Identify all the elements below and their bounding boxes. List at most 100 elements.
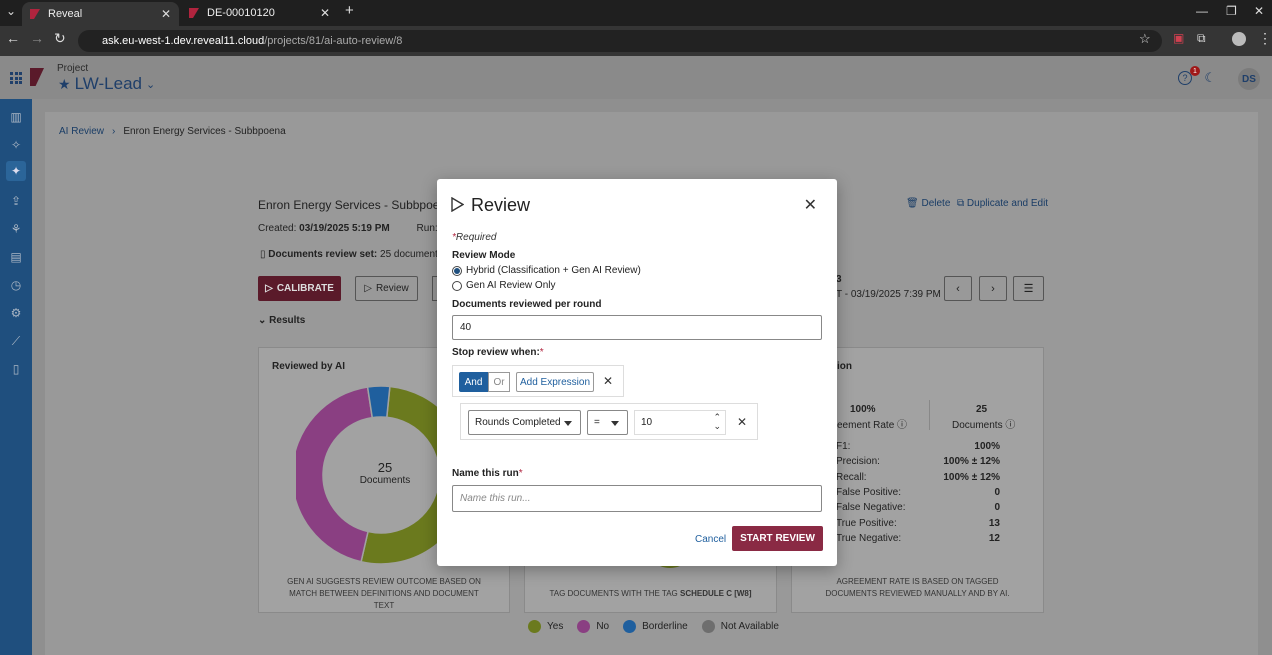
help-icon[interactable]: ⓘ	[1005, 420, 1015, 431]
legend-item[interactable]: Not Available	[701, 620, 779, 633]
close-tab-icon[interactable]: ✕	[320, 6, 330, 20]
condition-value-input[interactable]: 10 ⌃ ⌄	[634, 410, 726, 435]
mode-option-hybrid[interactable]: Hybrid (Classification + Gen AI Review)	[452, 265, 641, 276]
stop-label-text: Stop review when:	[452, 347, 540, 358]
name-run-input[interactable]: Name this run...	[452, 485, 822, 512]
donut-slice-borderline[interactable]	[366, 385, 391, 419]
dark-mode-icon[interactable]: ☾	[1204, 70, 1216, 86]
legend-item[interactable]: Yes	[528, 620, 563, 633]
mode-option-genai[interactable]: Gen AI Review Only	[452, 280, 555, 291]
browser-tab-de[interactable]: DE-00010120 ✕	[181, 2, 338, 24]
radio-label: Gen AI Review Only	[466, 280, 556, 291]
tab-list-icon[interactable]: ⌄	[6, 4, 16, 18]
sidebar-item-ai-review[interactable]: ✦	[6, 161, 26, 181]
help-icon[interactable]: ⓘ	[897, 420, 907, 431]
previous-run-button[interactable]: ‹	[944, 276, 972, 301]
legend-swatch	[528, 620, 541, 633]
restore-icon[interactable]: ❐	[1226, 4, 1237, 18]
modal-title: Review	[471, 195, 531, 215]
start-review-button[interactable]: START REVIEW	[732, 526, 823, 551]
reveal-favicon-icon	[30, 9, 40, 19]
docs-label-text: Documents	[952, 420, 1003, 431]
project-selector[interactable]: ★ LW-Lead ⌄	[58, 74, 155, 94]
review-mode-label: Review Mode	[452, 250, 516, 261]
breadcrumb: AI Review › Enron Energy Services - Subbpo…	[59, 126, 286, 137]
sidebar-item-analytics[interactable]: ⟋	[6, 331, 26, 351]
line-chart-icon: ⟋	[11, 333, 21, 348]
close-window-icon[interactable]: ✕	[1254, 4, 1264, 18]
browser-toolbar: ← → ↻ ask.eu-west-1.dev.reveal11.cloud/p…	[0, 26, 1272, 56]
sidebar-item-upload[interactable]: ⇪	[6, 191, 26, 211]
metric-label: True Negative:	[836, 532, 902, 544]
left-sidebar: ▥ ✧ ✦ ⇪ ⚘ ▤ ◷ ⚙ ⟋ ▯	[0, 99, 32, 655]
condition-field-select[interactable]: Rounds Completed	[468, 410, 581, 435]
required-note: *Required	[452, 232, 497, 243]
chevron-down-icon: ⌄	[145, 78, 156, 91]
metric-label: False Positive:	[836, 486, 902, 498]
copy-icon: ⧉	[957, 198, 965, 209]
sidebar-item-settings[interactable]: ⚙	[6, 303, 26, 323]
apps-grid-icon[interactable]	[10, 72, 22, 84]
card-title: ion	[837, 361, 852, 372]
metric-value: 13	[988, 517, 1000, 529]
duplicate-action[interactable]: ⧉ Duplicate and Edit	[957, 198, 1048, 209]
legend-item[interactable]: No	[577, 620, 609, 633]
review-button[interactable]: ▷ Review	[355, 276, 418, 301]
remove-group-icon[interactable]: ✕	[603, 374, 613, 388]
remove-condition-icon[interactable]: ✕	[737, 415, 747, 429]
run-date: T - 03/19/2025 7:39 PM	[836, 289, 941, 300]
metric-label: True Positive:	[836, 517, 897, 529]
extension-icon[interactable]: ▣	[1173, 31, 1184, 45]
metric-value: 0	[994, 486, 1000, 498]
results-toggle[interactable]: ⌄ Results	[258, 315, 305, 326]
sidebar-item-models[interactable]: ⚘	[6, 219, 26, 239]
next-run-button[interactable]: ›	[979, 276, 1007, 301]
radio-button[interactable]	[452, 265, 462, 276]
profile-avatar-icon[interactable]	[1232, 32, 1246, 46]
or-toggle[interactable]: Or	[488, 372, 510, 392]
stepper-icon[interactable]: ⌃ ⌄	[713, 413, 721, 431]
sidebar-item-history[interactable]: ◷	[6, 275, 26, 295]
docs-per-round-input[interactable]: 40	[452, 315, 822, 340]
radio-button[interactable]	[452, 280, 462, 291]
back-icon[interactable]: ←	[6, 30, 20, 46]
close-tab-icon[interactable]: ✕	[161, 7, 171, 21]
legend-swatch	[623, 620, 637, 633]
calibrate-button[interactable]: ▷ CALIBRATE	[258, 276, 341, 301]
avatar[interactable]: DS	[1238, 68, 1260, 90]
run-list-button[interactable]: ☰	[1013, 276, 1044, 301]
name-label-text: Name this run	[452, 468, 519, 479]
and-toggle[interactable]: And	[459, 372, 488, 392]
extensions-puzzle-icon[interactable]: ⧉	[1197, 31, 1206, 46]
divider	[929, 400, 930, 430]
chevron-right-icon: ›	[991, 282, 995, 295]
reload-icon[interactable]: ↻	[54, 30, 66, 47]
condition-operator-select[interactable]: =	[587, 410, 628, 435]
add-expression-button[interactable]: Add Expression	[516, 372, 594, 392]
docs-label: Documents ⓘ	[952, 416, 1015, 431]
chevron-down-icon: ⌄	[258, 315, 267, 326]
review-modal: Review ✕ *Required Review Mode Hybrid (C…	[437, 179, 837, 566]
delete-action[interactable]: 🗑 Delete	[906, 198, 950, 209]
caret-down-icon	[611, 421, 619, 426]
breadcrumb-root[interactable]: AI Review	[59, 126, 104, 137]
sidebar-item-dashboard[interactable]: ▥	[6, 107, 26, 127]
reveal-logo[interactable]	[30, 68, 44, 86]
sidebar-item-library[interactable]: ▤	[6, 247, 26, 267]
forward-icon[interactable]: →	[30, 30, 44, 46]
new-tab-icon[interactable]: +	[345, 2, 354, 19]
browser-tab-reveal[interactable]: Reveal ✕	[22, 2, 179, 26]
bookmark-star-icon[interactable]: ☆	[1139, 31, 1151, 47]
cancel-button[interactable]: Cancel	[695, 534, 726, 545]
legend-item[interactable]: Borderline	[623, 620, 688, 633]
sidebar-item-insights[interactable]: ✧	[6, 135, 26, 155]
minimize-icon[interactable]: —	[1196, 4, 1208, 18]
browser-menu-icon[interactable]: ⋮	[1258, 30, 1272, 47]
address-bar[interactable]: ask.eu-west-1.dev.reveal11.cloud/project…	[78, 30, 1162, 52]
card-footer: TAG DOCUMENTS WITH THE TAG SCHEDULE C [W…	[525, 588, 776, 600]
sidebar-item-documents[interactable]: ▯	[6, 359, 26, 379]
tab-title: Reveal	[48, 8, 83, 20]
close-icon[interactable]: ✕	[804, 195, 817, 215]
calibrate-label: CALIBRATE	[276, 283, 334, 294]
metric-value: 100%	[974, 441, 1000, 452]
